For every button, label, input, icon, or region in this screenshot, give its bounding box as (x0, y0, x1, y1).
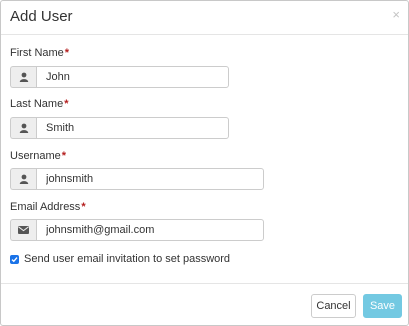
invite-checkbox-label: Send user email invitation to set passwo… (24, 253, 231, 265)
email-input[interactable] (36, 219, 264, 241)
user-icon (10, 66, 36, 88)
invite-option: Send user email invitation to set passwo… (10, 253, 230, 265)
email-group (10, 219, 264, 241)
checkmark-icon (11, 256, 18, 262)
email-label-text: Email Address (10, 201, 81, 213)
first-name-label-text: First Name (10, 47, 64, 59)
required-marker: * (64, 47, 70, 59)
username-label: Username* (10, 150, 66, 162)
envelope-icon (10, 219, 36, 241)
last-name-group (10, 117, 229, 139)
required-marker: * (81, 201, 86, 213)
save-button[interactable]: Save (363, 294, 402, 318)
dialog-header: Add User × (1, 1, 408, 35)
close-button[interactable]: × (392, 8, 400, 22)
required-marker: * (64, 98, 69, 110)
required-marker: * (61, 150, 67, 162)
dialog-title: Add User (10, 8, 73, 25)
dialog-footer: Cancel Save (1, 283, 408, 326)
user-icon (10, 117, 36, 139)
first-name-group (10, 66, 229, 88)
add-user-dialog: Add User × First Name* Last Name* Userna… (0, 0, 409, 326)
username-label-text: Username (10, 150, 61, 162)
username-group (10, 168, 264, 190)
last-name-label: Last Name* (10, 98, 68, 110)
email-label: Email Address* (10, 201, 86, 213)
last-name-label-text: Last Name (10, 98, 64, 110)
first-name-label: First Name* (10, 47, 69, 59)
username-input[interactable] (36, 168, 264, 190)
last-name-input[interactable] (36, 117, 229, 139)
user-icon (10, 168, 36, 190)
first-name-input[interactable] (36, 66, 229, 88)
invite-checkbox[interactable] (10, 254, 19, 264)
cancel-button[interactable]: Cancel (311, 294, 356, 318)
